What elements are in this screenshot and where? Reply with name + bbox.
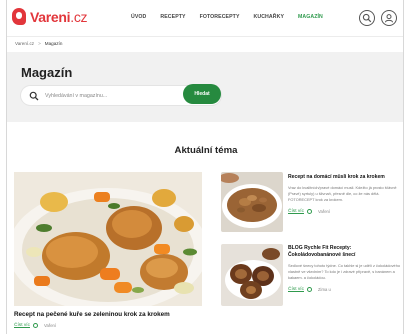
logo-icon [12, 8, 26, 25]
search-input[interactable] [45, 92, 165, 99]
page-title: Magazín [21, 65, 73, 80]
nav-item-recepty[interactable]: Recepty [160, 14, 185, 20]
article-description: Vraz do kvalitních/pravé domácí musli. K… [288, 184, 397, 202]
search-icon [29, 91, 39, 100]
breadcrumb: Varení.cz > Magazín [15, 41, 62, 46]
article-title[interactable]: Recept na domácí müsli krok za krokem [288, 174, 402, 181]
header-icons [359, 10, 397, 26]
user-icon[interactable] [381, 10, 397, 26]
logo-text: Vareni.cz [30, 8, 88, 25]
article-tag[interactable]: Vaření [44, 323, 56, 328]
nav-item-uvod[interactable]: Úvod [131, 14, 146, 20]
clock-icon [307, 209, 312, 215]
read-more-link[interactable]: Číst víc [288, 209, 304, 214]
search-icon[interactable] [359, 10, 375, 26]
article-tag[interactable]: Vaření [318, 209, 330, 214]
section-title: Aktuální téma [174, 145, 238, 156]
article-tag[interactable]: Zima u [318, 287, 331, 292]
clock-icon [33, 323, 38, 328]
article-image-musli[interactable] [221, 172, 283, 232]
breadcrumb-current: Magazín [44, 41, 63, 46]
search-button[interactable]: Hledat [183, 84, 221, 104]
read-more-link[interactable]: Číst víc [288, 287, 304, 292]
clock-icon [307, 286, 312, 292]
breadcrumb-separator: > [38, 41, 41, 46]
featured-article-title[interactable]: Recept na pečené kuře se zeleninou krok … [14, 311, 170, 318]
page: Vareni.cz Úvod Recepty Fotorecepty Kucha… [6, 0, 404, 334]
read-more-link[interactable]: Číst víc [14, 323, 30, 328]
header-divider [7, 36, 403, 37]
breadcrumb-home[interactable]: Varení.cz [15, 41, 34, 46]
logo[interactable]: Vareni.cz [12, 8, 88, 25]
main-nav: Úvod Recepty Fotorecepty Kuchařky Magazí… [131, 14, 337, 20]
nav-item-fotorecepty[interactable]: Fotorecepty [200, 14, 240, 20]
site-header: Vareni.cz Úvod Recepty Fotorecepty Kucha… [7, 0, 403, 36]
nav-item-kucharky[interactable]: Kuchařky [254, 14, 284, 20]
article-card-snecky: BLOG Rychle Fit Recepty: Čokoládovobanán… [288, 245, 402, 292]
article-card-musli: Recept na domácí müsli krok za krokem Vr… [288, 174, 402, 215]
featured-article-meta: Číst víc Vaření [14, 323, 56, 328]
nav-item-magazin[interactable]: Magazín [298, 14, 323, 20]
article-meta: Číst víc Vaření [288, 209, 402, 215]
hero-section: Magazín Hledat [7, 52, 403, 122]
article-meta: Číst víc Zima u [288, 286, 402, 292]
article-image-snecky[interactable] [221, 244, 283, 306]
featured-article-image[interactable] [14, 172, 202, 306]
article-title[interactable]: BLOG Rychle Fit Recepty: Čokoládovobanán… [288, 245, 402, 259]
article-description: Sedlové šnecy tohoto týdne. Co takhle si… [288, 262, 401, 280]
